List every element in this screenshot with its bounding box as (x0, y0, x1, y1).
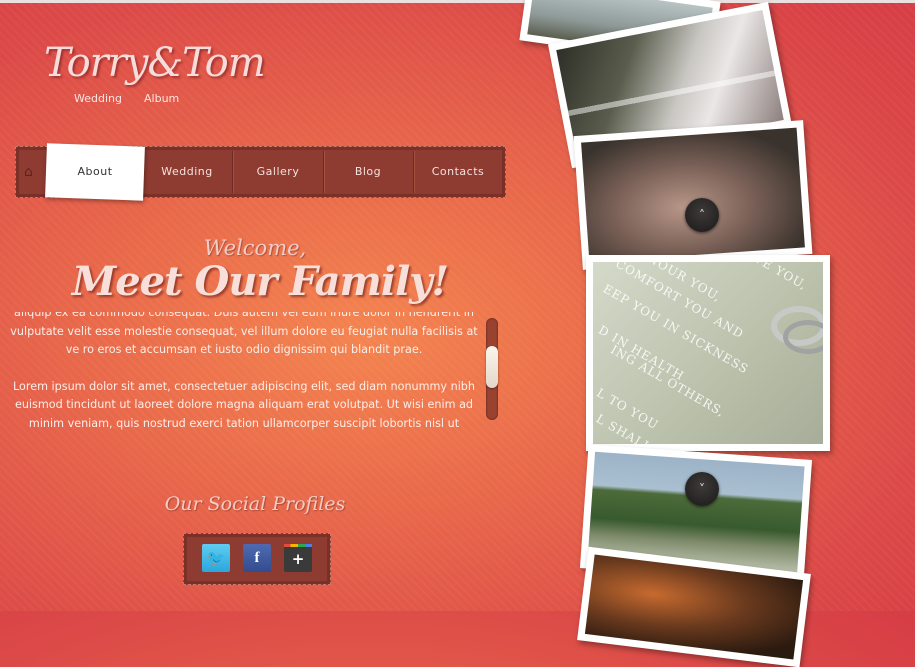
gallery-photo[interactable] (573, 120, 813, 270)
top-border (0, 0, 915, 3)
photo-image (581, 127, 805, 263)
photo-image (584, 554, 804, 660)
site-logo[interactable]: Torry&Tom Wedding Album (44, 40, 284, 110)
logo-subtitle-wedding: Wedding (74, 92, 122, 105)
twitter-icon[interactable]: 🐦 (202, 544, 230, 572)
logo-text: Torry&Tom (44, 40, 266, 86)
social-heading: Our Social Profiles (164, 493, 346, 515)
nav-item-gallery[interactable]: Gallery (233, 147, 323, 197)
nav-label: About (77, 165, 113, 178)
gallery-down-button[interactable]: ˅ (685, 472, 719, 506)
social-links: 🐦 f + (183, 533, 331, 585)
facebook-icon[interactable]: f (243, 544, 271, 572)
ring-shape (783, 320, 823, 354)
paragraph: Lorem ipsum dolor sit amet, consectetuer… (12, 379, 476, 430)
paragraph: aliquip ex ea commodo consequat. Duis au… (10, 312, 478, 356)
welcome-heading: Welcome, (203, 236, 307, 260)
page-title: Meet Our Family! (71, 258, 449, 305)
google-plus-icon[interactable]: + (284, 544, 312, 572)
gallery-up-button[interactable]: ˄ (685, 198, 719, 232)
nav-item-about[interactable]: About (45, 143, 145, 201)
gallery-photo-featured[interactable]: ONOUR YOU, COMFORT YOU AND LOVE YOU, EEP… (586, 255, 830, 451)
home-icon[interactable]: ⌂ (24, 164, 40, 180)
logo-subtitle-album: Album (144, 92, 180, 105)
nav-item-contacts[interactable]: Contacts (413, 147, 503, 197)
photo-image: ONOUR YOU, COMFORT YOU AND LOVE YOU, EEP… (593, 262, 823, 444)
scrollable-text-area[interactable]: aliquip ex ea commodo consequat. Duis au… (10, 312, 478, 436)
nav-item-blog[interactable]: Blog (323, 147, 413, 197)
scrollbar-thumb[interactable] (486, 346, 498, 388)
photo-text: LOVE YOU, (734, 262, 810, 293)
nav-item-wedding[interactable]: Wedding (142, 147, 232, 197)
main-navigation: ⌂ About Wedding Gallery Blog Contacts (15, 143, 506, 201)
